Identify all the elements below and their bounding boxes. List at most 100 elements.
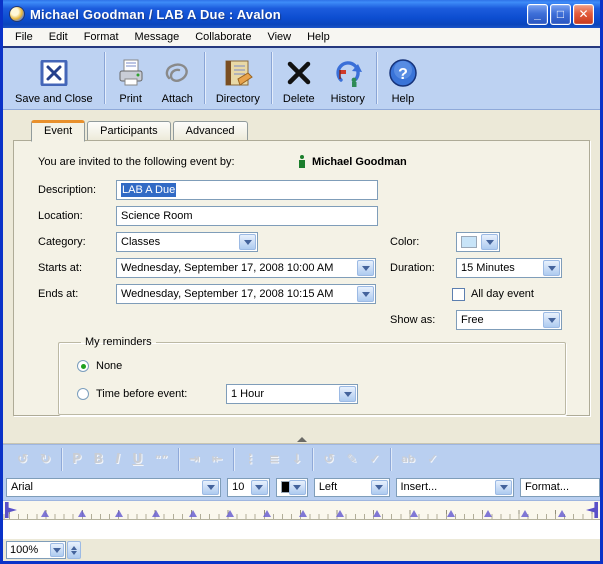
approve-icon[interactable]: ✓ bbox=[363, 452, 386, 467]
history-button[interactable]: History bbox=[323, 54, 373, 106]
collapse-arrow-icon[interactable] bbox=[297, 437, 307, 442]
font-family-select[interactable]: Arial bbox=[6, 478, 221, 497]
tab-stop-marker[interactable] bbox=[447, 510, 455, 517]
tab-stop-marker[interactable] bbox=[263, 510, 271, 517]
menu-collaborate[interactable]: Collaborate bbox=[187, 29, 259, 45]
pen-icon[interactable]: ✎ bbox=[340, 452, 363, 467]
ends-at-label: Ends at: bbox=[38, 288, 116, 300]
font-color-select[interactable] bbox=[276, 478, 308, 497]
reminder-time-radio[interactable] bbox=[77, 388, 89, 400]
menu-file[interactable]: File bbox=[7, 29, 41, 45]
message-body[interactable] bbox=[3, 520, 600, 538]
tab-stop-marker[interactable] bbox=[41, 510, 49, 517]
chevron-down-icon[interactable] bbox=[357, 260, 374, 276]
tab-stop-marker[interactable] bbox=[336, 510, 344, 517]
alignment-select[interactable]: Left bbox=[314, 478, 390, 497]
tab-stop-marker[interactable] bbox=[558, 510, 566, 517]
tab-participants[interactable]: Participants bbox=[87, 121, 170, 141]
duration-select[interactable]: 15 Minutes bbox=[456, 258, 562, 278]
menu-view[interactable]: View bbox=[259, 29, 299, 45]
title-bar[interactable]: Michael Goodman / LAB A Due : Avalon _ □… bbox=[3, 0, 600, 28]
tab-stop-marker[interactable] bbox=[78, 510, 86, 517]
chevron-down-icon[interactable] bbox=[239, 234, 256, 250]
starts-at-select[interactable]: Wednesday, September 17, 2008 10:00 AM bbox=[116, 258, 376, 278]
undo-icon[interactable]: ↺ bbox=[11, 452, 34, 467]
insert-select[interactable]: Insert... bbox=[396, 478, 515, 497]
description-input[interactable]: LAB A Due bbox=[116, 180, 378, 200]
chevron-down-icon[interactable] bbox=[357, 286, 374, 302]
maximize-button[interactable]: □ bbox=[550, 4, 571, 25]
show-as-select[interactable]: Free bbox=[456, 310, 562, 330]
menu-message[interactable]: Message bbox=[127, 29, 188, 45]
chevron-down-icon[interactable] bbox=[481, 234, 498, 250]
inviter-name: Michael Goodman bbox=[312, 156, 407, 168]
all-day-checkbox[interactable] bbox=[452, 288, 465, 301]
format-select[interactable]: Format... bbox=[520, 478, 600, 497]
chevron-down-icon[interactable] bbox=[289, 480, 306, 495]
chevron-down-icon[interactable] bbox=[50, 543, 64, 557]
tab-stop-marker[interactable] bbox=[484, 510, 492, 517]
directory-button[interactable]: Directory bbox=[208, 54, 268, 106]
tab-event[interactable]: Event bbox=[31, 120, 85, 142]
delete-button[interactable]: Delete bbox=[275, 54, 323, 106]
attach-button[interactable]: Attach bbox=[154, 54, 201, 106]
plain-style-icon[interactable]: P bbox=[66, 452, 88, 467]
ruler[interactable] bbox=[3, 500, 600, 520]
right-indent-marker[interactable] bbox=[586, 502, 598, 518]
revert-icon[interactable]: ↺ bbox=[317, 452, 340, 467]
redo-icon[interactable]: ↻ bbox=[34, 452, 57, 467]
reminder-none-radio[interactable] bbox=[77, 360, 89, 372]
underline-icon[interactable]: U bbox=[126, 452, 149, 467]
indent-icon[interactable]: ⇥ bbox=[183, 452, 206, 467]
color-select[interactable] bbox=[456, 232, 500, 252]
chevron-down-icon[interactable] bbox=[543, 260, 560, 276]
menu-help[interactable]: Help bbox=[299, 29, 338, 45]
location-input[interactable]: Science Room bbox=[116, 206, 378, 226]
directory-icon bbox=[222, 55, 254, 91]
close-button[interactable]: ✕ bbox=[573, 4, 594, 25]
quote-icon[interactable]: “” bbox=[149, 454, 174, 465]
category-select[interactable]: Classes bbox=[116, 232, 258, 252]
left-indent-marker[interactable] bbox=[5, 502, 17, 518]
tab-stop-marker[interactable] bbox=[521, 510, 529, 517]
chevron-down-icon[interactable] bbox=[371, 480, 388, 495]
tab-stop-icon[interactable]: ⋮ bbox=[238, 452, 263, 467]
tab-stop-marker[interactable] bbox=[410, 510, 418, 517]
save-and-close-button[interactable]: Save and Close bbox=[7, 54, 101, 106]
zoom-spinner[interactable] bbox=[67, 541, 81, 559]
tab-stop-marker[interactable] bbox=[115, 510, 123, 517]
invited-by-label: You are invited to the following event b… bbox=[38, 156, 235, 168]
spinner-down-icon[interactable] bbox=[71, 551, 77, 555]
zoom-select[interactable]: 100% bbox=[6, 541, 66, 559]
baseline-icon[interactable]: ≡ bbox=[263, 452, 286, 467]
spinner-up-icon[interactable] bbox=[71, 546, 77, 550]
italic-icon[interactable]: I bbox=[109, 452, 126, 467]
menu-edit[interactable]: Edit bbox=[41, 29, 76, 45]
chevron-down-icon[interactable] bbox=[202, 480, 219, 495]
tab-stop-marker[interactable] bbox=[226, 510, 234, 517]
print-button[interactable]: Print bbox=[108, 54, 154, 106]
font-size-select[interactable]: 10 bbox=[227, 478, 270, 497]
pane-divider[interactable] bbox=[3, 428, 600, 444]
outdent-icon[interactable]: ⇤ bbox=[206, 452, 229, 467]
chevron-down-icon[interactable] bbox=[543, 312, 560, 328]
menu-format[interactable]: Format bbox=[76, 29, 127, 45]
chevron-down-icon[interactable] bbox=[251, 480, 268, 495]
tab-stop-marker[interactable] bbox=[152, 510, 160, 517]
menu-bar: File Edit Format Message Collaborate Vie… bbox=[3, 28, 600, 48]
minimize-button[interactable]: _ bbox=[527, 4, 548, 25]
spellcheck-icon[interactable]: ✓ bbox=[421, 452, 444, 467]
tab-stop-marker[interactable] bbox=[299, 510, 307, 517]
insert-below-icon[interactable]: ↓ bbox=[286, 452, 309, 467]
highlight-icon[interactable]: ab bbox=[395, 454, 421, 465]
help-button[interactable]: ? Help bbox=[380, 54, 426, 106]
tab-stop-marker[interactable] bbox=[189, 510, 197, 517]
ends-at-select[interactable]: Wednesday, September 17, 2008 10:15 AM bbox=[116, 284, 376, 304]
tab-advanced[interactable]: Advanced bbox=[173, 121, 248, 141]
chevron-down-icon[interactable] bbox=[495, 480, 512, 495]
bold-icon[interactable]: B bbox=[87, 452, 109, 467]
color-swatch bbox=[461, 236, 477, 248]
reminder-time-select[interactable]: 1 Hour bbox=[226, 384, 358, 404]
tab-stop-marker[interactable] bbox=[373, 510, 381, 517]
chevron-down-icon[interactable] bbox=[339, 386, 356, 402]
